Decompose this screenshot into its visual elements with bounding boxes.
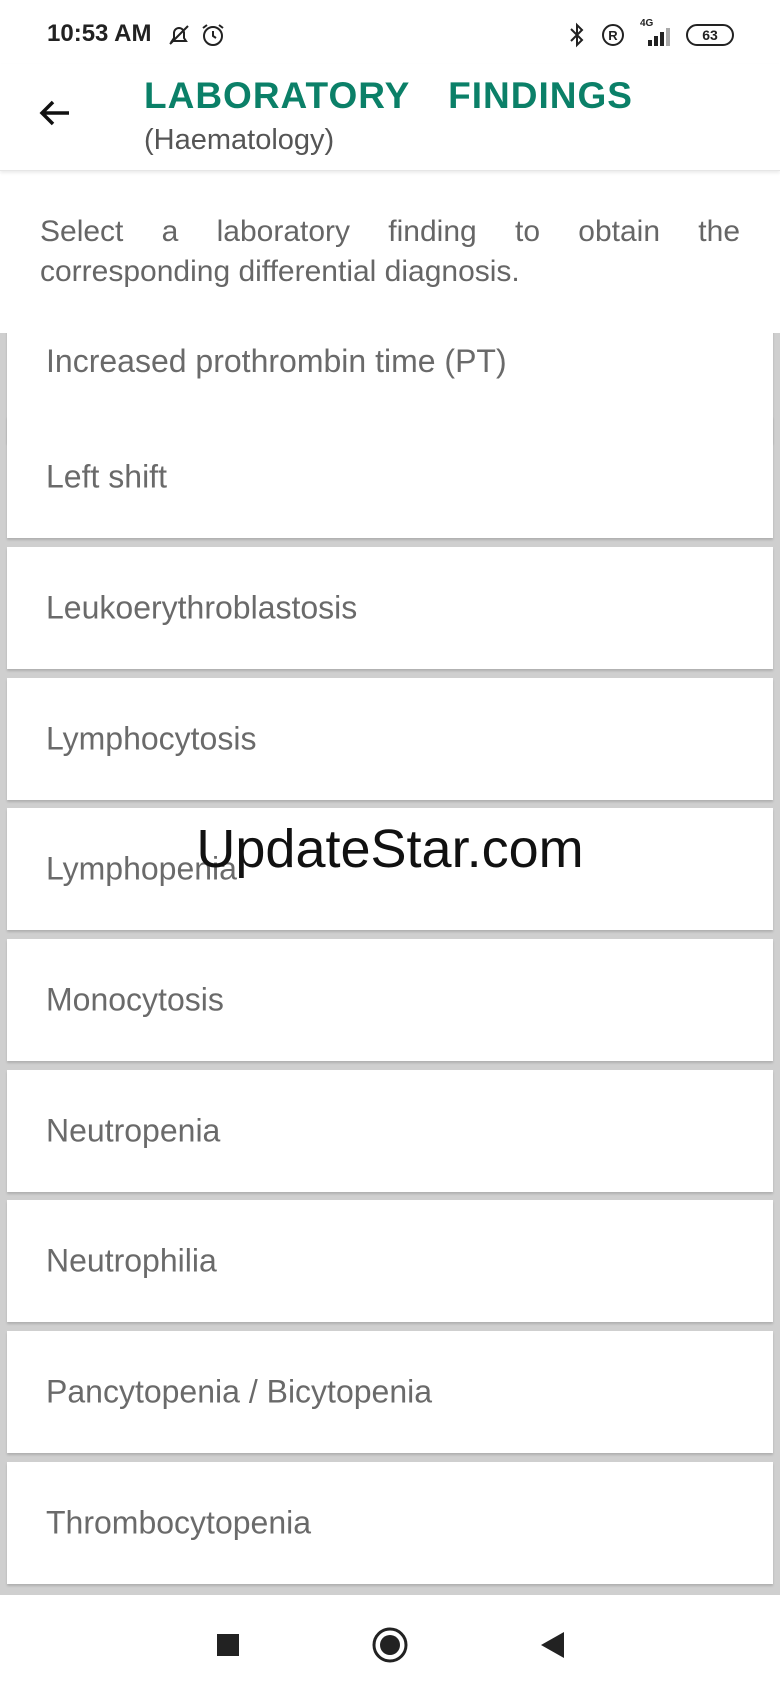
alarm-clock-icon xyxy=(200,22,226,48)
home-button[interactable] xyxy=(370,1625,410,1665)
back-button[interactable] xyxy=(30,88,80,138)
list-item-leukoerythroblastosis[interactable]: Leukoerythroblastosis xyxy=(7,547,773,669)
list-item-label: Monocytosis xyxy=(46,981,224,1018)
battery-indicator: 63 xyxy=(686,24,734,46)
list-item-label: Thrombocytopenia xyxy=(46,1504,312,1541)
home-circle-icon xyxy=(372,1627,408,1663)
back-triangle-icon xyxy=(541,1632,564,1658)
list-item-label: Neutrophilia xyxy=(46,1242,217,1279)
list-item-label: Increased prothrombin time (PT) xyxy=(46,343,507,379)
bluetooth-icon xyxy=(566,22,588,48)
list-item-neutrophilia[interactable]: Neutrophilia xyxy=(7,1200,773,1322)
list-item-lymphocytosis[interactable]: Lymphocytosis xyxy=(7,678,773,800)
list-item-neutropenia[interactable]: Neutropenia xyxy=(7,1070,773,1192)
registered-icon: R xyxy=(600,22,626,48)
page-subtitle: (Haematology) xyxy=(144,124,335,156)
findings-list[interactable]: Increased prothrombin time (PT) Left shi… xyxy=(0,333,780,1595)
signal-4g-icon: 4G xyxy=(638,18,674,48)
app-header: LABORATORY FINDINGS (Haematology) xyxy=(0,64,780,171)
status-time: 10:53 AM xyxy=(47,20,152,47)
system-back-button[interactable] xyxy=(532,1625,572,1665)
list-item-label: Leukoerythroblastosis xyxy=(46,589,358,626)
network-label: 4G xyxy=(640,18,654,29)
page-title: LABORATORY FINDINGS xyxy=(144,75,633,116)
list-item-monocytosis[interactable]: Monocytosis xyxy=(7,939,773,1061)
recents-square-icon xyxy=(217,1634,239,1656)
list-item-thrombocytopenia[interactable]: Thrombocytopenia xyxy=(7,1462,773,1584)
list-item-label: Left shift xyxy=(46,458,167,495)
list-item-label: Lymphopenia xyxy=(46,850,237,887)
recents-button[interactable] xyxy=(208,1625,248,1665)
status-bar: 10:53 AM R 4G 63 xyxy=(0,0,780,64)
list-item-pancytopenia[interactable]: Pancytopenia / Bicytopenia xyxy=(7,1331,773,1453)
list-item-label: Neutropenia xyxy=(46,1112,221,1149)
svg-text:R: R xyxy=(608,28,618,43)
list-item-label: Pancytopenia / Bicytopenia xyxy=(46,1373,433,1410)
list-item-label: Lymphocytosis xyxy=(46,720,257,757)
arrow-left-icon xyxy=(39,100,69,126)
list-item-left-shift[interactable]: Left shift xyxy=(7,416,773,538)
instruction-text: Select a laboratory finding to obtain th… xyxy=(40,215,740,288)
muted-bell-icon xyxy=(166,22,192,48)
system-nav-bar xyxy=(0,1595,780,1690)
list-item-lymphopenia[interactable]: Lymphopenia xyxy=(7,808,773,930)
